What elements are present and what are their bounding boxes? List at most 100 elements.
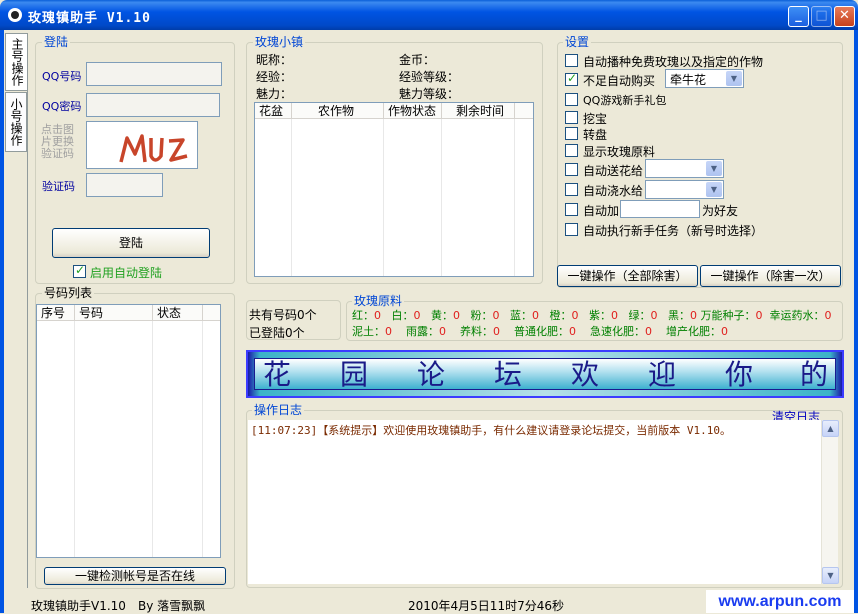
dig-treasure-label: 挖宝 (583, 112, 608, 126)
captcha-code-input[interactable] (86, 173, 163, 197)
column-header-pot[interactable]: 花盆 (255, 103, 292, 119)
banner-char: 的 (800, 358, 829, 391)
materials-group-label: 玫瑰原料 (352, 294, 405, 308)
water-target-select[interactable]: ▼ (645, 180, 724, 199)
column-header-status[interactable]: 状态 (153, 305, 203, 321)
captcha-drawing (119, 134, 188, 163)
qq-number-input[interactable] (86, 62, 222, 86)
send-flower-target-select[interactable]: ▼ (645, 159, 724, 178)
material-universal-seed-name: 万能种子： (700, 309, 756, 322)
status-datetime: 2010年4月5日11时7分46秒 (408, 599, 564, 613)
log-textarea[interactable]: [11:07:23]【系统提示】欢迎使用玫瑰镇助手，有什么建议请登录论坛提交，当… (248, 420, 839, 584)
exp-level-label: 经验等级： (399, 70, 460, 84)
scroll-down-icon[interactable]: ▼ (822, 567, 839, 584)
grid-line (383, 119, 384, 276)
charm-level-label: 魅力等级： (399, 87, 460, 101)
auto-add-friend-label: 自动加 (583, 204, 620, 218)
crop-table[interactable]: 花盆 农作物 作物状态 剩余时间 (254, 102, 534, 277)
logged-count-label: 已登陆0个 (249, 326, 305, 340)
column-header-number[interactable]: 号码 (75, 305, 153, 321)
grid-line (74, 321, 75, 557)
material-white-value: 0 (413, 309, 421, 322)
material-green-value: 0 (650, 309, 658, 322)
one-click-once-button[interactable]: 一键操作（除害一次） (700, 265, 841, 287)
penguin-icon (8, 8, 22, 22)
material-nutrient-name: 养料： (460, 325, 493, 338)
banner-char: 你 (725, 358, 754, 391)
newbie-task-checkbox[interactable] (565, 223, 578, 236)
crop-table-header: 花盆 农作物 作物状态 剩余时间 (255, 103, 533, 119)
material-red-value: 0 (374, 309, 381, 322)
account-list-table[interactable]: 序号 号码 状态 (36, 304, 221, 558)
charm-label: 魅力： (256, 87, 293, 101)
material-pink-name: 粉： (470, 309, 493, 322)
tab-main-account[interactable]: 主号操作 (5, 33, 27, 91)
window-frame-left (0, 30, 4, 613)
captcha-image[interactable] (86, 121, 198, 169)
column-header-crop[interactable]: 农作物 (292, 103, 384, 119)
auto-add-friend-checkbox[interactable] (565, 203, 578, 216)
grid-line (441, 119, 442, 276)
material-normal-fertilizer-name: 普通化肥： (514, 325, 569, 338)
material-green-name: 绿： (628, 309, 651, 322)
banner-inner: 花 园 论 坛 欢 迎 你 的 (254, 358, 836, 391)
wheel-label: 转盘 (583, 128, 608, 142)
newbie-gift-checkbox[interactable] (565, 93, 578, 106)
login-button[interactable]: 登陆 (52, 228, 210, 258)
banner-char: 坛 (494, 358, 523, 391)
grid-line (202, 321, 203, 557)
column-header-index[interactable]: 序号 (37, 305, 75, 321)
auto-water-checkbox[interactable] (565, 183, 578, 196)
tab-panel-border (27, 33, 28, 588)
check-online-button[interactable]: 一键检测帐号是否在线 (44, 567, 226, 585)
dig-treasure-checkbox[interactable] (565, 111, 578, 124)
forum-banner[interactable]: 花 园 论 坛 欢 迎 你 的 (246, 350, 844, 398)
friend-qq-input[interactable] (620, 200, 700, 218)
close-button[interactable]: ✕ (834, 6, 855, 27)
material-black-name: 黑： (668, 309, 690, 322)
add-friend-suffix-label: 为好友 (702, 204, 739, 218)
material-red-name: 红： (352, 309, 374, 322)
qq-password-input[interactable] (86, 93, 220, 117)
refresh-captcha-label[interactable]: 点击图片更换验证码 (41, 124, 81, 160)
auto-send-flower-checkbox[interactable] (565, 163, 578, 176)
minimize-button[interactable]: _ (788, 6, 809, 27)
material-orange-value: 0 (571, 309, 579, 322)
show-materials-checkbox[interactable] (565, 144, 578, 157)
material-orange-name: 橙： (549, 309, 572, 322)
auto-buy-crop-select[interactable]: 牵牛花 ▼ (665, 69, 744, 88)
nickname-label: 昵称： (256, 53, 293, 67)
auto-water-label: 自动浇水给 (583, 184, 644, 198)
one-click-all-button[interactable]: 一键操作（全部除害） (557, 265, 698, 287)
material-normal-fertilizer-value: 0 (569, 325, 576, 338)
scroll-up-icon[interactable]: ▲ (822, 420, 839, 437)
material-speed-fertilizer-name: 急速化肥： (590, 325, 645, 338)
qq-password-label: QQ密码 (42, 100, 82, 113)
window-frame-right (854, 30, 858, 613)
log-scrollbar[interactable]: ▲ ▼ (821, 420, 839, 584)
tab-sub-account[interactable]: 小号操作 (5, 92, 27, 152)
log-entry: [11:07:23]【系统提示】欢迎使用玫瑰镇助手，有什么建议请登录论坛提交，当… (251, 424, 731, 437)
show-materials-label: 显示玫瑰原料 (583, 145, 656, 159)
exp-label: 经验： (256, 70, 293, 84)
status-app-version: 玫瑰镇助手V1.10 (31, 599, 126, 613)
wheel-checkbox[interactable] (565, 127, 578, 140)
column-header-remaining-time[interactable]: 剩余时间 (442, 103, 515, 119)
chevron-down-icon: ▼ (726, 71, 742, 86)
material-rain-name: 雨露： (406, 325, 439, 338)
material-yellow-name: 黄： (431, 309, 453, 322)
material-yield-fertilizer-value: 0 (721, 325, 728, 338)
grid-line (152, 321, 153, 557)
column-header-crop-status[interactable]: 作物状态 (384, 103, 442, 119)
total-count-label: 共有号码0个 (249, 308, 317, 322)
log-group-label: 操作日志 (252, 403, 305, 417)
maximize-button: □ (811, 6, 832, 27)
material-purple-value: 0 (611, 309, 618, 322)
banner-char: 迎 (648, 358, 677, 391)
auto-buy-checkbox[interactable] (565, 71, 578, 86)
banner-char: 园 (340, 358, 369, 391)
town-group-label: 玫瑰小镇 (253, 35, 306, 49)
material-yellow-value: 0 (453, 309, 460, 322)
auto-sow-checkbox[interactable] (565, 54, 578, 67)
auto-login-checkbox[interactable] (73, 263, 86, 278)
